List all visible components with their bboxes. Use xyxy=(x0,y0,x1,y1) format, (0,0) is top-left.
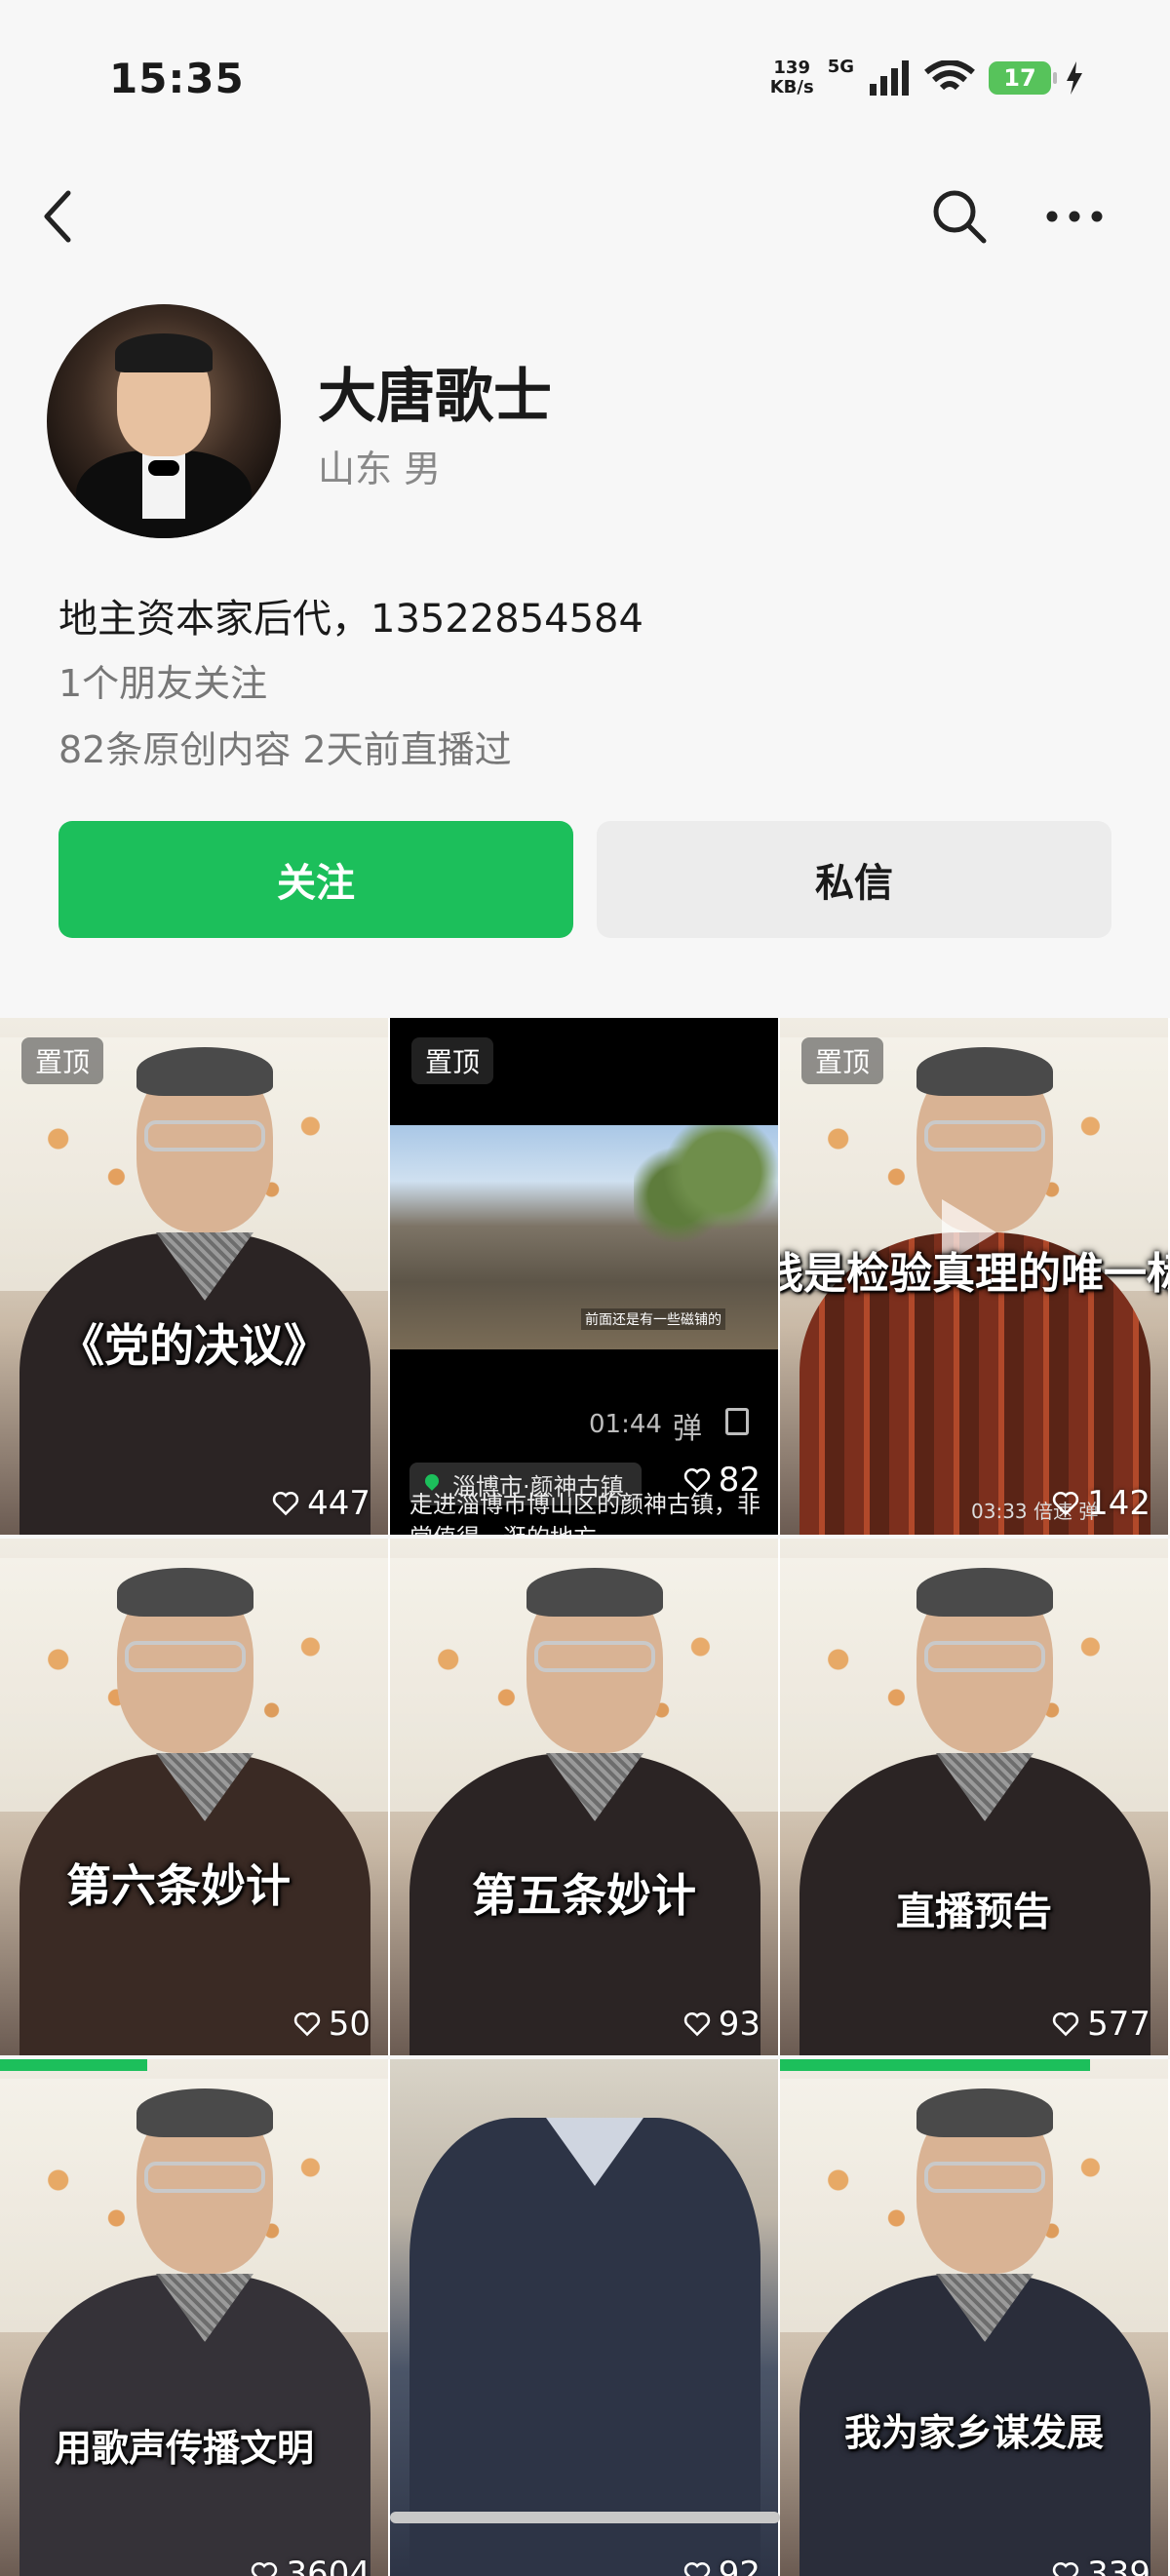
video-tile[interactable]: 我为家乡谋发展 339 xyxy=(780,2059,1170,2576)
video-tile[interactable]: 直播预告 577 xyxy=(780,1539,1170,2055)
charging-icon xyxy=(1067,61,1082,95)
like-count: 50 xyxy=(293,2005,370,2044)
search-icon xyxy=(933,190,987,244)
video-tile[interactable]: 置顶 践是检验真理的唯一标 03:33 倍速 弹 142 xyxy=(780,1018,1170,1535)
back-button[interactable] xyxy=(27,185,90,248)
video-tile[interactable]: 92 xyxy=(390,2059,780,2576)
wifi-icon xyxy=(924,60,975,91)
net-speed-value: 139 xyxy=(773,58,810,78)
pinned-badge: 置顶 xyxy=(21,1037,104,1084)
follow-button[interactable]: 关注 xyxy=(58,821,573,938)
signal-icon xyxy=(870,60,909,96)
like-count: 339 xyxy=(1052,2555,1150,2576)
friends-following[interactable]: 1个朋友关注 xyxy=(58,653,267,707)
video-caption: 前面还是有一些磁铺的 xyxy=(581,1308,725,1330)
back-icon xyxy=(44,190,71,243)
profile-meta: 山东 男 xyxy=(318,448,442,490)
battery-icon: 17 xyxy=(989,61,1057,95)
heart-icon xyxy=(252,2561,278,2576)
network-type: 5G xyxy=(827,56,854,77)
watch-progress-bar xyxy=(0,2059,148,2071)
message-button[interactable]: 私信 xyxy=(597,821,1112,938)
heart-icon xyxy=(683,2561,710,2576)
like-count-value: 142 xyxy=(1087,1484,1150,1523)
like-count-value: 339 xyxy=(1087,2555,1150,2576)
video-title: 用歌声传播文明 xyxy=(54,2427,314,2470)
like-count: 93 xyxy=(683,2005,760,2044)
like-count: 92 xyxy=(683,2555,760,2576)
heart-icon xyxy=(683,1467,710,1493)
video-duration: 01:44 xyxy=(589,1410,662,1439)
profile-name: 大唐歌士 xyxy=(318,363,552,431)
like-count-value: 3604 xyxy=(286,2555,370,2576)
like-count: 447 xyxy=(272,1484,370,1523)
more-button[interactable] xyxy=(1043,185,1106,248)
danmu-icon: 弹 xyxy=(673,1412,702,1446)
like-count-value: 577 xyxy=(1087,2005,1150,2044)
fullscreen-icon xyxy=(725,1408,749,1435)
video-tile[interactable]: 前面还是有一些磁铺的 01:44 弹 淄博市·颜神古镇 走进淄博市博山区的颜神古… xyxy=(390,1018,780,1535)
video-title: 我为家乡谋发展 xyxy=(843,2411,1104,2454)
heart-icon xyxy=(293,2011,320,2037)
video-tile[interactable]: 第六条妙计 50 xyxy=(0,1539,390,2055)
heart-icon xyxy=(1052,1491,1079,1516)
pinned-badge: 置顶 xyxy=(411,1037,494,1084)
heart-icon xyxy=(1052,2561,1079,2576)
search-button[interactable] xyxy=(928,185,991,248)
avatar[interactable] xyxy=(47,304,281,538)
like-count: 577 xyxy=(1052,2005,1150,2044)
video-tile[interactable]: 第五条妙计 93 xyxy=(390,1539,780,2055)
video-grid: 置顶 《党的决议》 447 前面还是有一些磁铺的 01:44 弹 淄博市·颜神古… xyxy=(0,1018,1170,2576)
video-title: 第六条妙计 xyxy=(66,1859,291,1912)
like-count: 142 xyxy=(1052,1484,1150,1523)
like-count-value: 82 xyxy=(718,1461,760,1500)
video-tile[interactable]: 置顶 《党的决议》 447 xyxy=(0,1018,390,1535)
status-icons: 139 KB/s 5G 17 xyxy=(770,55,1084,101)
like-count-value: 50 xyxy=(328,2005,370,2044)
video-title: 第五条妙计 xyxy=(472,1869,696,1922)
like-count: 82 xyxy=(683,1461,760,1500)
like-count: 3604 xyxy=(251,2555,370,2576)
like-count-value: 92 xyxy=(718,2555,760,2576)
heart-icon xyxy=(683,2011,710,2037)
video-title: 《党的决议》 xyxy=(59,1319,329,1372)
profile-stats: 82条原创内容 2天前直播过 xyxy=(58,728,512,771)
like-count-value: 447 xyxy=(307,1484,370,1523)
home-indicator[interactable] xyxy=(390,2512,780,2523)
more-icon xyxy=(1046,211,1103,222)
pinned-badge: 置顶 xyxy=(801,1037,884,1084)
heart-icon xyxy=(1052,2011,1079,2037)
status-bar: 15:35 139 KB/s 5G 17 xyxy=(0,0,1170,146)
net-speed: 139 KB/s xyxy=(770,59,814,98)
top-bar xyxy=(0,166,1170,263)
video-title: 践是检验真理的唯一标 xyxy=(780,1249,1170,1299)
like-count-value: 93 xyxy=(718,2005,760,2044)
heart-icon xyxy=(272,1491,299,1516)
net-speed-unit: KB/s xyxy=(769,77,814,98)
video-tile[interactable]: 用歌声传播文明 3604 xyxy=(0,2059,390,2576)
video-title: 直播预告 xyxy=(896,1890,1052,1934)
profile-bio: 地主资本家后代，13522854584 xyxy=(58,597,644,642)
status-time: 15:35 xyxy=(109,55,245,102)
watch-progress-bar xyxy=(780,2059,1091,2071)
